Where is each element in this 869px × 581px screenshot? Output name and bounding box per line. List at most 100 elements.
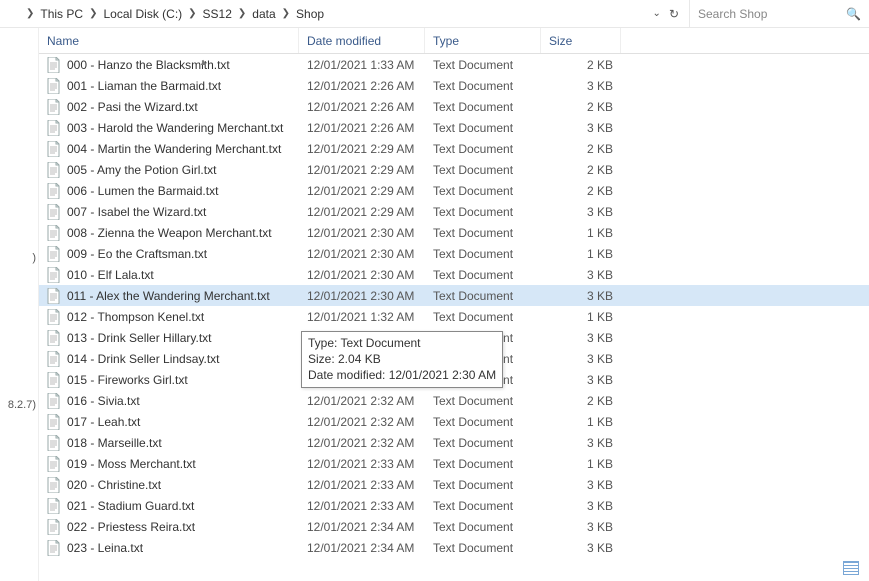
file-row[interactable]: 016 - Sivia.txt12/01/2021 2:32 AMText Do… [39, 390, 869, 411]
details-view-icon[interactable] [843, 561, 859, 575]
file-list[interactable]: 000 - Hanzo the Blacksmith.txt12/01/2021… [39, 54, 869, 581]
file-type: Text Document [425, 226, 541, 240]
text-file-icon [47, 162, 61, 178]
history-dropdown-icon[interactable]: ⌄ [653, 8, 661, 19]
file-type: Text Document [425, 541, 541, 555]
text-file-icon [47, 204, 61, 220]
breadcrumb-segment[interactable]: Local Disk (C:) [101, 7, 184, 21]
text-file-icon [47, 330, 61, 346]
file-date: 12/01/2021 2:26 AM [299, 121, 425, 135]
text-file-icon [47, 477, 61, 493]
file-type: Text Document [425, 121, 541, 135]
text-file-icon [47, 141, 61, 157]
search-icon[interactable]: 🔍 [846, 7, 861, 21]
file-size: 3 KB [541, 373, 621, 387]
file-row[interactable]: 018 - Marseille.txt12/01/2021 2:32 AMTex… [39, 432, 869, 453]
file-tooltip: Type: Text Document Size: 2.04 KB Date m… [301, 331, 503, 388]
file-name: 008 - Zienna the Weapon Merchant.txt [67, 226, 272, 240]
file-date: 12/01/2021 1:32 AM [299, 310, 425, 324]
breadcrumb-segment[interactable]: SS12 [201, 7, 234, 21]
file-type: Text Document [425, 436, 541, 450]
column-type[interactable]: Type [425, 28, 541, 53]
file-type: Text Document [425, 205, 541, 219]
text-file-icon [47, 519, 61, 535]
file-row[interactable]: 023 - Leina.txt 12/01/2021 2:34 AMText Do… [39, 537, 869, 558]
chevron-right-icon[interactable]: ❯ [22, 8, 38, 19]
file-row[interactable]: 010 - Elf Lala.txt 12/01/2021 2:30 AMText… [39, 264, 869, 285]
text-file-icon [47, 393, 61, 409]
breadcrumb-segment[interactable]: Shop [294, 7, 326, 21]
file-date: 12/01/2021 2:34 AM [299, 541, 425, 555]
text-file-icon [47, 435, 61, 451]
file-name: 018 - Marseille.txt [67, 436, 162, 450]
file-row[interactable]: 001 - Liaman the Barmaid.txt12/01/2021 2… [39, 75, 869, 96]
file-type: Text Document [425, 184, 541, 198]
file-name: 023 - Leina.txt [67, 541, 143, 555]
file-row[interactable]: 012 - Thompson Kenel.txt12/01/2021 1:32 … [39, 306, 869, 327]
file-size: 1 KB [541, 226, 621, 240]
file-row[interactable]: 011 - Alex the Wandering Merchant.txt12/… [39, 285, 869, 306]
chevron-right-icon[interactable]: ❯ [85, 8, 101, 19]
chevron-right-icon[interactable]: ❯ [184, 8, 200, 19]
column-date-modified[interactable]: Date modified [299, 28, 425, 53]
file-row[interactable]: 021 - Stadium Guard.txt12/01/2021 2:33 A… [39, 495, 869, 516]
chevron-right-icon[interactable]: ❯ [234, 8, 250, 19]
tooltip-size: Size: 2.04 KB [308, 351, 496, 367]
file-type: Text Document [425, 100, 541, 114]
column-headers: Name Date modified Type Size [39, 28, 869, 54]
file-row[interactable]: 020 - Christine.txt12/01/2021 2:33 AMTex… [39, 474, 869, 495]
file-date: 12/01/2021 2:30 AM [299, 289, 425, 303]
file-date: 12/01/2021 2:34 AM [299, 520, 425, 534]
file-size: 2 KB [541, 394, 621, 408]
file-name: 022 - Priestess Reira.txt [67, 520, 195, 534]
file-row[interactable]: 004 - Martin the Wandering Merchant.txt1… [39, 138, 869, 159]
refresh-icon[interactable]: ↻ [669, 7, 679, 21]
file-size: 3 KB [541, 289, 621, 303]
file-date: 12/01/2021 2:33 AM [299, 499, 425, 513]
file-type: Text Document [425, 310, 541, 324]
file-size: 1 KB [541, 247, 621, 261]
breadcrumb-segment[interactable]: This PC [38, 7, 85, 21]
file-size: 3 KB [541, 331, 621, 345]
file-size: 2 KB [541, 100, 621, 114]
file-row[interactable]: 003 - Harold the Wandering Merchant.txt1… [39, 117, 869, 138]
search-input[interactable] [698, 7, 838, 21]
file-type: Text Document [425, 58, 541, 72]
file-row[interactable]: 022 - Priestess Reira.txt 12/01/2021 2:34… [39, 516, 869, 537]
text-file-icon [47, 225, 61, 241]
file-row[interactable]: 002 - Pasi the Wizard.txt 12/01/2021 2:26… [39, 96, 869, 117]
file-row[interactable]: 009 - Eo the Craftsman.txt12/01/2021 2:3… [39, 243, 869, 264]
file-row[interactable]: 019 - Moss Merchant.txt12/01/2021 2:33 A… [39, 453, 869, 474]
file-date: 12/01/2021 2:33 AM [299, 457, 425, 471]
breadcrumb[interactable]: ❯This PC❯Local Disk (C:)❯SS12❯data❯Shop [0, 0, 643, 27]
file-type: Text Document [425, 163, 541, 177]
column-name[interactable]: Name [39, 28, 299, 53]
breadcrumb-segment[interactable]: data [250, 7, 277, 21]
file-type: Text Document [425, 268, 541, 282]
truncated-left-panel: ) 8.2.7) [0, 250, 38, 418]
file-row[interactable]: 000 - Hanzo the Blacksmith.txt12/01/2021… [39, 54, 869, 75]
file-row[interactable]: 017 - Leah.txt12/01/2021 2:32 AMText Doc… [39, 411, 869, 432]
file-row[interactable]: 006 - Lumen the Barmaid.txt12/01/2021 2:… [39, 180, 869, 201]
text-file-icon [47, 456, 61, 472]
file-size: 3 KB [541, 268, 621, 282]
chevron-right-icon[interactable]: ❯ [278, 8, 294, 19]
file-row[interactable]: 005 - Amy the Potion Girl.txt12/01/2021 … [39, 159, 869, 180]
file-row[interactable]: 008 - Zienna the Weapon Merchant.txt12/0… [39, 222, 869, 243]
file-name: 020 - Christine.txt [67, 478, 161, 492]
file-size: 2 KB [541, 163, 621, 177]
file-name: 002 - Pasi the Wizard.txt [67, 100, 198, 114]
file-size: 3 KB [541, 436, 621, 450]
column-size[interactable]: Size [541, 28, 621, 53]
file-row[interactable]: 007 - Isabel the Wizard.txt12/01/2021 2:… [39, 201, 869, 222]
address-bar: ❯This PC❯Local Disk (C:)❯SS12❯data❯Shop … [0, 0, 869, 28]
file-date: 12/01/2021 2:33 AM [299, 478, 425, 492]
file-name: 010 - Elf Lala.txt [67, 268, 154, 282]
file-name: 009 - Eo the Craftsman.txt [67, 247, 207, 261]
file-name: 001 - Liaman the Barmaid.txt [67, 79, 221, 93]
search-box[interactable]: 🔍 [689, 0, 869, 27]
text-file-icon [47, 267, 61, 283]
file-date: 12/01/2021 2:30 AM [299, 268, 425, 282]
file-name: 016 - Sivia.txt [67, 394, 140, 408]
file-date: 12/01/2021 2:26 AM [299, 100, 425, 114]
